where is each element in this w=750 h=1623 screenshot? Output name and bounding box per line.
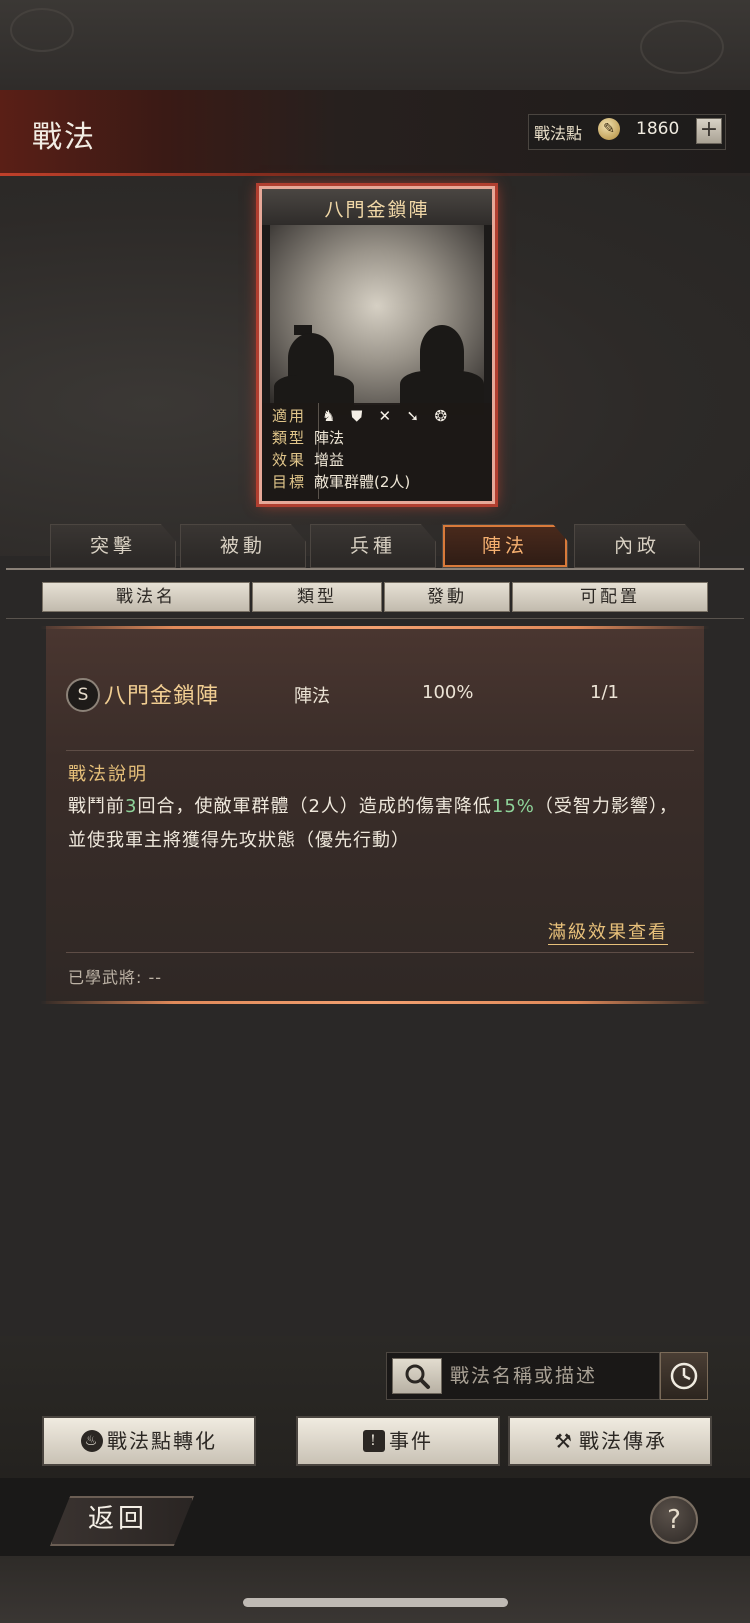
skill-card[interactable]: 八門金鎖陣 適用 ♞ ⛊ ✕ ➘ ❂ 類型 陣法 效果 增益 目標 敵軍群體(2人) — [259, 186, 495, 504]
ticket-icon: ! — [363, 1429, 385, 1452]
column-header-divider — [6, 618, 744, 619]
cavalry-icon: ♞ — [322, 407, 336, 425]
card-row-usage: 適用 ♞ ⛊ ✕ ➘ ❂ — [272, 405, 459, 427]
unit-icons: ♞ ⛊ ✕ ➘ ❂ — [319, 407, 459, 425]
card-row-type: 類型 陣法 — [272, 427, 344, 449]
skill-trigger-rate: 100% — [422, 682, 474, 703]
hammer-icon: ⚒ — [554, 1428, 574, 1453]
card-row-target: 目標 敵軍群體(2人) — [272, 471, 410, 493]
card-row-value: 陣法 — [314, 429, 345, 447]
description-part: 戰鬥前 — [68, 796, 125, 817]
card-row-key: 目標 — [272, 473, 307, 491]
search-icon — [405, 1364, 430, 1389]
event-button[interactable]: ! 事件 — [296, 1416, 500, 1466]
spear-icon: ➘ — [406, 407, 420, 425]
tab-domestic[interactable]: 內政 — [574, 524, 700, 568]
card-row-value: 增益 — [314, 451, 345, 469]
page-title: 戰法 — [32, 120, 96, 155]
inherit-button[interactable]: ⚒ 戰法傳承 — [508, 1416, 712, 1466]
help-button[interactable]: ? — [650, 1496, 698, 1544]
back-label[interactable]: 返回 — [88, 1498, 148, 1535]
card-row-value: 敵軍群體(2人) — [314, 473, 411, 491]
card-row-key: 類型 — [272, 429, 307, 447]
row-divider — [66, 952, 694, 953]
row-divider — [66, 750, 694, 751]
skill-points-label: 戰法點 — [534, 124, 583, 143]
tab-passive[interactable]: 被動 — [180, 524, 306, 568]
description-part: 回合，使敵軍群體（2人）造成的傷害降低 — [137, 796, 492, 817]
card-title: 八門金鎖陣 — [324, 199, 430, 221]
cloud-decor-icon — [10, 8, 74, 52]
bow-icon: ✕ — [378, 407, 392, 425]
description-text: 戰鬥前3回合，使敵軍群體（2人）造成的傷害降低15%（受智力影響），並使我軍主將… — [68, 790, 696, 858]
column-header-slots[interactable]: 可配置 — [512, 582, 708, 612]
column-header-name[interactable]: 戰法名 — [42, 582, 250, 612]
tab-formation[interactable]: 陣法 — [442, 524, 568, 568]
search-button[interactable] — [392, 1358, 442, 1394]
description-highlight: 3 — [125, 796, 138, 817]
panel-bottom-glow — [40, 1001, 710, 1004]
column-header-rate[interactable]: 發動 — [384, 582, 510, 612]
skill-type: 陣法 — [294, 686, 330, 707]
search-input[interactable] — [448, 1358, 652, 1394]
cloud-decor-icon — [640, 20, 724, 74]
column-header-type[interactable]: 類型 — [252, 582, 382, 612]
tab-assault[interactable]: 突擊 — [50, 524, 176, 568]
convert-points-button[interactable]: ♨ 戰法點轉化 — [42, 1416, 256, 1466]
siege-icon: ❂ — [434, 407, 448, 425]
skill-slots: 1/1 — [590, 682, 619, 703]
clock-icon — [670, 1362, 698, 1390]
card-info-panel: 適用 ♞ ⛊ ✕ ➘ ❂ 類型 陣法 效果 增益 目標 敵軍群體(2人) — [262, 403, 492, 501]
bottom-decor-strip — [0, 1556, 750, 1623]
tab-divider — [6, 568, 744, 570]
flame-icon: ♨ — [81, 1429, 103, 1452]
event-label: 事件 — [389, 1429, 433, 1453]
skill-points-coin-icon: ✎ — [598, 118, 620, 140]
card-row-effect: 效果 增益 — [272, 449, 344, 471]
max-level-effect-link[interactable]: 滿級效果查看 — [548, 918, 668, 945]
panel-top-glow — [40, 626, 710, 629]
card-artwork — [270, 225, 484, 415]
rank-badge: S — [66, 678, 100, 712]
card-row-key: 效果 — [272, 451, 307, 469]
tab-troop[interactable]: 兵種 — [310, 524, 436, 568]
add-points-button[interactable]: + — [696, 118, 722, 144]
empty-list-area — [0, 1012, 750, 1336]
top-decor-band — [0, 0, 750, 90]
convert-points-label: 戰法點轉化 — [107, 1429, 217, 1453]
skill-points-value: 1860 — [636, 119, 680, 139]
card-row-key: 適用 — [272, 407, 307, 425]
history-button[interactable] — [660, 1352, 708, 1400]
learned-generals: 已學武將: -- — [68, 968, 163, 987]
home-indicator[interactable] — [243, 1598, 508, 1607]
description-title: 戰法說明 — [68, 764, 148, 785]
inherit-label: 戰法傳承 — [579, 1429, 667, 1453]
skill-name[interactable]: 八門金鎖陣 — [104, 678, 219, 710]
description-highlight: 15% — [491, 796, 535, 817]
shield-icon: ⛊ — [351, 407, 363, 425]
